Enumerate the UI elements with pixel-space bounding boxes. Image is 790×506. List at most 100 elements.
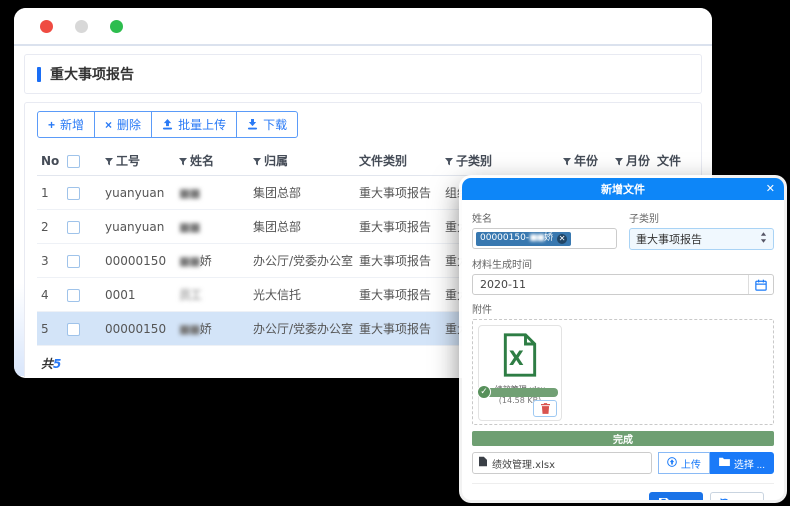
total-count-prefix: 共 [41, 357, 53, 371]
cell-name: ■■ [175, 176, 249, 210]
row-checkbox[interactable] [67, 187, 80, 200]
column-header[interactable]: 年份 [559, 146, 611, 176]
cell-name: ■■ [175, 210, 249, 244]
folder-icon [719, 457, 730, 469]
batch-upload-button[interactable]: 批量上传 [151, 111, 237, 138]
add-button-label: 新增 [60, 116, 84, 133]
cell-org: 集团总部 [249, 176, 355, 210]
page-title: 重大事项报告 [50, 64, 134, 84]
undo-icon [720, 498, 730, 500]
column-header-label: 文件 [657, 154, 681, 168]
download-button[interactable]: 下载 [236, 111, 298, 138]
cell-employee-id: 0001 [101, 278, 175, 312]
filter-icon [445, 155, 453, 169]
cell-checkbox [63, 312, 101, 346]
name-tag-prefix: 00000150- [480, 233, 529, 243]
window-titlebar [14, 8, 712, 46]
column-header-label: 归属 [264, 154, 288, 168]
filter-icon [105, 155, 113, 169]
cell-org: 办公厅/党委办公室 [249, 244, 355, 278]
trash-icon [541, 403, 550, 414]
save-icon [659, 498, 669, 500]
cell-no: 4 [37, 278, 63, 312]
cell-org: 光大信托 [249, 278, 355, 312]
cell-employee-id: yuanyuan [101, 176, 175, 210]
cell-no: 5 [37, 312, 63, 346]
name-tag-input[interactable]: 00000150-■■娇 ✕ [472, 228, 617, 249]
column-header[interactable]: 姓名 [175, 146, 249, 176]
column-header-label: 子类别 [456, 154, 492, 168]
redacted-name: ■■ [179, 220, 200, 234]
close-icon[interactable]: ✕ [766, 182, 775, 195]
cell-category: 重大事项报告 [355, 176, 441, 210]
column-header[interactable]: 月份 [611, 146, 653, 176]
row-checkbox[interactable] [67, 323, 80, 336]
attachment-dropzone[interactable]: X 绩效管理.xlsx (14.58 KB) ✓ [472, 319, 774, 425]
cancel-button-label: 取消 [734, 497, 754, 500]
add-button[interactable]: + 新增 [37, 111, 95, 138]
plus-icon: + [48, 119, 55, 131]
window-maximize-button[interactable] [110, 20, 123, 33]
total-count-value: 5 [53, 357, 61, 371]
cell-employee-id: 00000150 [101, 312, 175, 346]
upload-status-bar: 完成 [472, 431, 774, 446]
confirm-button-label: 确定 [673, 497, 693, 500]
cell-category: 重大事项报告 [355, 210, 441, 244]
name-tag-redacted: ■■ [529, 234, 544, 243]
column-header: No [37, 146, 63, 176]
upload-file-button[interactable]: 上传 [658, 452, 710, 474]
cell-checkbox [63, 210, 101, 244]
screen-background: 重大事项报告 + 新增 × 删除 批量上传 [0, 0, 790, 506]
cell-name: 员工 [175, 278, 249, 312]
svg-text:X: X [509, 347, 524, 370]
choose-file-button[interactable]: 选择 ... [710, 452, 774, 474]
file-picker-input[interactable]: 绩效管理.xlsx [472, 452, 652, 474]
subcategory-select[interactable]: 重大事项报告 [629, 228, 774, 250]
modal-body: 姓名 00000150-■■娇 ✕ 子类别 重大事项报告 [462, 200, 784, 500]
file-picker-row: 绩效管理.xlsx 上传 选择 ... [472, 452, 774, 474]
delete-button[interactable]: × 删除 [94, 111, 152, 138]
date-input[interactable]: 2020-11 [472, 274, 774, 295]
redacted-name: 员工 [179, 286, 201, 303]
redacted-name: ■■ [179, 186, 200, 200]
upload-icon [162, 119, 173, 130]
cell-org: 办公厅/党委办公室 [249, 312, 355, 346]
name-visible-part: 娇 [200, 254, 212, 268]
cell-checkbox [63, 176, 101, 210]
uploaded-file-card: X 绩效管理.xlsx (14.58 KB) ✓ [478, 325, 562, 421]
window-close-button[interactable] [40, 20, 53, 33]
modal-footer: 确定 取消 [472, 483, 774, 500]
column-header-label: 文件类别 [359, 154, 407, 168]
column-header-label: 月份 [626, 154, 650, 168]
column-header[interactable]: 子类别 [441, 146, 559, 176]
document-icon [479, 456, 487, 470]
column-header[interactable]: 归属 [249, 146, 355, 176]
date-value: 2020-11 [480, 278, 526, 291]
title-accent-bar [37, 67, 41, 82]
toolbar: + 新增 × 删除 批量上传 下载 [37, 111, 689, 138]
tag-remove-icon[interactable]: ✕ [557, 234, 567, 244]
column-header-label: 年份 [574, 154, 598, 168]
window-minimize-button[interactable] [75, 20, 88, 33]
cell-employee-id: 00000150 [101, 244, 175, 278]
calendar-icon[interactable] [748, 275, 773, 294]
redacted-name: ■■ [179, 254, 200, 268]
column-header-label: No [41, 154, 59, 168]
confirm-button[interactable]: 确定 [649, 492, 703, 500]
filter-icon [563, 155, 571, 169]
row-checkbox[interactable] [67, 221, 80, 234]
filter-icon [615, 155, 623, 169]
attachment-field-label: 附件 [472, 301, 774, 316]
subcategory-selected-value: 重大事项报告 [636, 231, 702, 247]
select-all-checkbox[interactable] [67, 155, 80, 168]
download-icon [247, 119, 258, 130]
row-checkbox[interactable] [67, 255, 80, 268]
page-title-panel: 重大事项报告 [24, 54, 702, 94]
cancel-button[interactable]: 取消 [710, 492, 764, 500]
name-tag-suffix: 娇 [544, 233, 553, 243]
cell-checkbox [63, 278, 101, 312]
cell-category: 重大事项报告 [355, 244, 441, 278]
delete-file-button[interactable] [533, 400, 557, 417]
row-checkbox[interactable] [67, 289, 80, 302]
column-header[interactable]: 工号 [101, 146, 175, 176]
